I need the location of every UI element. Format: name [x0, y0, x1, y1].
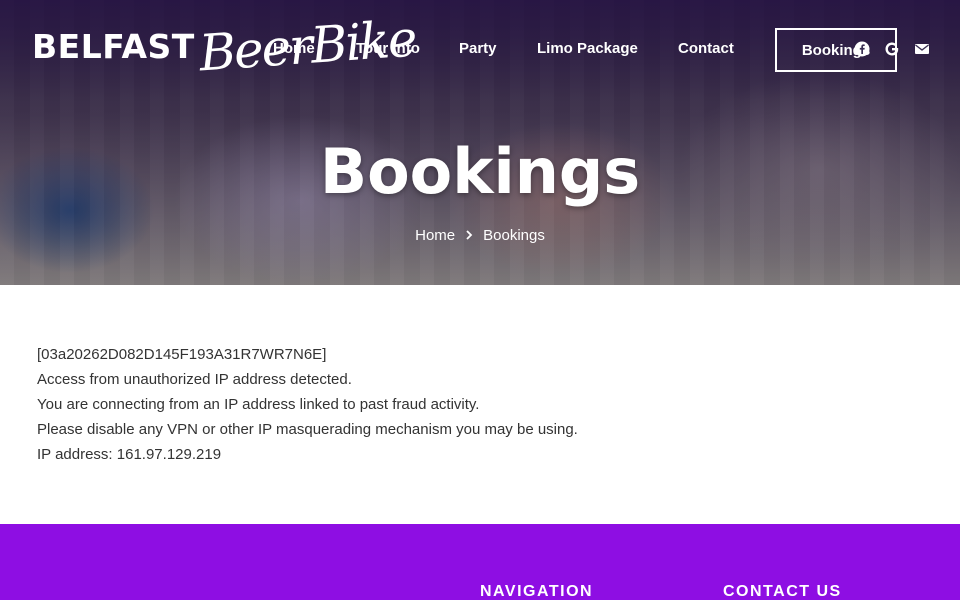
- message-code: [03a20262D082D145F193A31R7WR7N6E]: [37, 346, 327, 363]
- breadcrumb-home[interactable]: Home: [415, 227, 455, 244]
- message-line: You are connecting from an IP address li…: [37, 396, 480, 413]
- footer-contact-heading: CONTACT US: [723, 583, 842, 600]
- message-line: Please disable any VPN or other IP masqu…: [37, 421, 578, 438]
- footer-navigation-heading: NAVIGATION: [480, 583, 594, 600]
- bookings-button[interactable]: Bookings: [775, 28, 897, 72]
- facebook-icon[interactable]: [853, 40, 871, 58]
- message-line: Access from unauthorized IP address dete…: [37, 371, 352, 388]
- nav-item-party[interactable]: Party: [459, 40, 497, 57]
- nav-item-home[interactable]: Home: [273, 40, 315, 57]
- nav-item-contact[interactable]: Contact: [678, 40, 734, 57]
- site-footer: NAVIGATION CONTACT US: [0, 524, 960, 600]
- breadcrumb-current: Bookings: [483, 227, 545, 244]
- chevron-right-icon: [465, 227, 473, 244]
- page-title: Bookings: [319, 135, 641, 208]
- message-ip-address: IP address: 161.97.129.219: [37, 446, 222, 463]
- envelope-icon[interactable]: [913, 40, 931, 58]
- hero-banner: BELFAST BeerBike Home Tour Info Party Li…: [0, 0, 960, 285]
- nav-item-tour-info[interactable]: Tour Info: [356, 40, 420, 57]
- breadcrumb: Home Bookings: [0, 227, 960, 244]
- error-message: [03a20262D082D145F193A31R7WR7N6E] Access…: [37, 342, 737, 467]
- nav-item-limo-package[interactable]: Limo Package: [537, 40, 638, 57]
- google-icon[interactable]: [883, 40, 901, 58]
